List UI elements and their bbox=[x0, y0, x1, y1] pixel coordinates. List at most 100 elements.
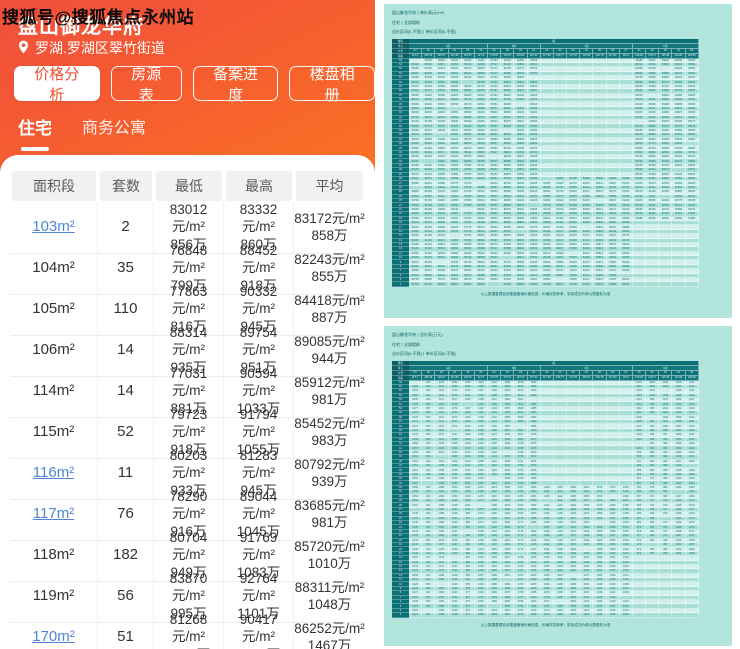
tab-residential[interactable]: 住宅 bbox=[18, 114, 52, 151]
area-label: 115m² bbox=[32, 423, 75, 441]
price-grid: 楼栋 1栋 单元 A座 B座 C座 D座 户型 04 02 03 01 05 06 02 03 04 01 01 02… bbox=[392, 38, 699, 287]
nav-button-photo-album[interactable]: 楼盘相册 bbox=[289, 66, 375, 104]
grid-cell: 1501 bbox=[501, 613, 515, 618]
price-per-sqm: 82243元/m² bbox=[294, 251, 365, 267]
grid-cell: 1080 bbox=[553, 613, 568, 618]
grid-cell: 86460 bbox=[461, 282, 475, 287]
count-value: 56 bbox=[117, 587, 134, 605]
chart-title-line: 盘山御龙华府丨单价表(元/m²) bbox=[392, 10, 445, 15]
column-header-label: 平均 bbox=[296, 171, 363, 201]
chart-footer-note: 以上数据整理自该楼盘备案价格信息，价格仅供参考，实际成交价请以售楼处为准 bbox=[480, 291, 611, 296]
watermark-text: 搜狐号@搜狐焦点永州站 bbox=[2, 8, 195, 27]
unit-price-chart-panel: 盘山御龙华府丨单价表(元/m²) 住宅丨全部楼栋 总价区间[0-不限]丨单价区间[0… bbox=[384, 4, 732, 318]
avg-price-cell: 86252元/m² 1467万 bbox=[294, 611, 365, 649]
price-total: 1467万 bbox=[307, 637, 352, 649]
grid-cell: - bbox=[685, 613, 699, 618]
grid-cell: - bbox=[646, 613, 660, 618]
chart-title-line: 住宅丨全部楼栋 bbox=[392, 341, 420, 347]
grid-cell: 79748 bbox=[567, 282, 581, 287]
price-grid: 楼栋 1栋 单元 A座 B座 C座 D座 户型 04 02 03 01 05 06 02 03 04 01 01 02… bbox=[392, 360, 699, 618]
area-label: 106m² bbox=[32, 341, 75, 359]
column-header: 最高 bbox=[224, 171, 294, 201]
area-link[interactable]: 170m² bbox=[32, 627, 75, 646]
count-value: 110 bbox=[113, 300, 138, 318]
grid-cell: - bbox=[632, 282, 647, 287]
grid-cell: 1752 bbox=[514, 613, 528, 618]
chart-title-line: 盘山御龙华府丨总价表(万元) bbox=[392, 332, 443, 337]
grid-cell: 80754 bbox=[422, 282, 436, 287]
grid-cell: 971 bbox=[461, 613, 475, 618]
grid-cell: 81582 bbox=[606, 282, 620, 287]
grid-cell: - bbox=[646, 282, 660, 287]
table-row: 103m² 2 83012元/m² 856万 83332元/m² 860万 83172元/m… bbox=[10, 201, 365, 254]
price-per-sqm: 92764元/m² bbox=[239, 571, 278, 604]
nav-button-price-analysis[interactable]: 价格分析 bbox=[14, 66, 100, 104]
count-value: 2 bbox=[121, 218, 130, 236]
price-per-sqm: 80203元/m² bbox=[169, 448, 208, 481]
table-row: 104m² 35 76848元/m² 799万 88452元/m² 918万 82243元/… bbox=[10, 242, 365, 295]
price-per-sqm: 83172元/m² bbox=[294, 210, 365, 226]
price-per-sqm: 83332元/m² bbox=[239, 202, 278, 235]
grid-cell: 1078 bbox=[488, 613, 502, 618]
count-value: 182 bbox=[112, 546, 139, 564]
price-per-sqm: 88314元/m² bbox=[169, 325, 208, 358]
grid-cell: 1051 bbox=[567, 613, 581, 618]
page: 盘山御龙华府 搜狐号@搜狐焦点永州站 罗湖.罗湖区翠竹街道 价格分析 房源表 备案进… bbox=[0, 0, 740, 649]
column-header: 面积段 bbox=[10, 171, 98, 201]
grid-cell: 84176 bbox=[593, 282, 607, 287]
price-per-sqm: 77863元/m² bbox=[169, 284, 208, 317]
min-price-cell: 81268元/m²1382万 bbox=[154, 611, 224, 649]
grid-cell: 80510 bbox=[448, 282, 462, 287]
grid-cell: 901 bbox=[422, 613, 436, 618]
grid-row-label: 4 bbox=[392, 282, 409, 287]
table-row: 118m² 182 80704元/m² 949万 91769元/m² 1083万 85720… bbox=[10, 529, 365, 582]
chart-titles: 盘山御龙华府丨单价表(元/m²) bbox=[392, 10, 732, 17]
area-link[interactable]: 116m² bbox=[33, 463, 74, 482]
price-per-sqm: 83870元/m² bbox=[169, 571, 208, 604]
nav-button-filing-progress[interactable]: 备案进度 bbox=[192, 66, 279, 104]
price-per-sqm: 78290元/m² bbox=[169, 489, 208, 522]
location-row: 罗湖.罗湖区翠竹街道 bbox=[18, 38, 165, 58]
grid-cell: 87440 bbox=[501, 282, 515, 287]
price-per-sqm: 89754元/m² bbox=[239, 325, 278, 358]
map-pin-icon bbox=[18, 40, 29, 57]
grid-cell: - bbox=[488, 282, 502, 287]
grid-cell: - bbox=[659, 613, 673, 618]
nav-button-row: 价格分析 房源表 备案进度 楼盘相册 bbox=[14, 66, 375, 104]
grid-cell: 1030 bbox=[619, 613, 633, 618]
tab-apartment[interactable]: 商务公寓 bbox=[82, 114, 146, 147]
price-per-sqm: 89044元/m² bbox=[239, 489, 278, 522]
grid-cell: 1073 bbox=[540, 613, 554, 618]
grid-cell: 1040 bbox=[593, 613, 607, 618]
column-header: 套数 bbox=[98, 171, 154, 201]
count-value: 51 bbox=[117, 628, 134, 646]
area-cell: 170m² bbox=[10, 611, 98, 649]
count-value: 11 bbox=[117, 464, 134, 482]
count-value: 14 bbox=[117, 341, 134, 359]
grid-cell: 1026 bbox=[580, 613, 594, 618]
price-per-sqm: 91769元/m² bbox=[239, 530, 278, 563]
price-per-sqm: 84418元/m² bbox=[294, 292, 365, 308]
table-row: 119m² 56 83870元/m² 995万 92764元/m² 1101万 88311元… bbox=[10, 570, 365, 623]
grid-cell: 81788 bbox=[540, 282, 554, 287]
area-link[interactable]: 117m² bbox=[33, 504, 74, 523]
max-price-cell: 90417元/m²1538万 bbox=[224, 611, 294, 649]
price-per-sqm: 79723元/m² bbox=[169, 407, 208, 440]
location-text: 罗湖.罗湖区翠竹街道 bbox=[35, 40, 165, 56]
total-price-chart-panel: 盘山御龙华府丨总价表(万元) 住宅丨全部楼栋 总价区间[0-不限]丨单价区间[0-不… bbox=[384, 326, 732, 646]
area-link[interactable]: 103m² bbox=[32, 217, 75, 236]
table-row: 116m² 11 80203元/m² 933万 81283元/m² 945万 80792元/… bbox=[10, 447, 365, 500]
table-header-row: 面积段 套数 最低 最高 平均 bbox=[10, 171, 365, 201]
grid-cell: 80121 bbox=[435, 282, 449, 287]
area-label: 118m² bbox=[32, 546, 75, 564]
price-per-sqm: 90332元/m² bbox=[239, 284, 278, 317]
grid-cell: 1058 bbox=[435, 613, 449, 618]
chart-footer-note: 以上数据整理自该楼盘备案价格信息，价格仅供参考，实际成交价请以售楼处为准 bbox=[480, 622, 611, 627]
price-per-sqm: 83012元/m² bbox=[169, 202, 208, 235]
category-tabs: 住宅 商务公寓 bbox=[18, 114, 146, 151]
table-row: 106m² 14 88314元/m² 935万 89754元/m² 951万 89085元/… bbox=[10, 324, 365, 377]
price-per-sqm: 81268元/m² bbox=[169, 612, 208, 645]
nav-button-listings[interactable]: 房源表 bbox=[110, 66, 182, 104]
count-value: 52 bbox=[117, 423, 134, 441]
price-per-sqm: 85912元/m² bbox=[294, 374, 365, 390]
